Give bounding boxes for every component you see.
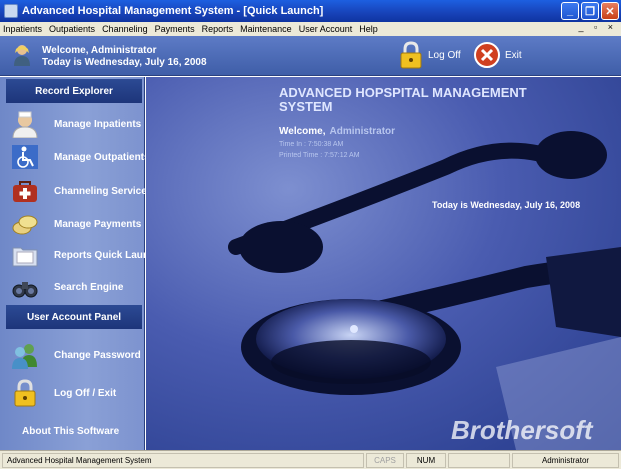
binoculars-icon xyxy=(12,282,38,298)
sidebar-item-manage-inpatients[interactable]: Manage Inpatients xyxy=(10,109,142,139)
nurse-icon xyxy=(12,111,38,138)
status-user: Administrator xyxy=(512,453,619,468)
sidebar-item-label: Search Engine xyxy=(54,281,124,293)
status-blank xyxy=(448,453,510,468)
header-panel: Welcome, Administrator Today is Wednesda… xyxy=(0,36,621,76)
users-icon xyxy=(12,344,37,369)
header-welcome: Welcome, Administrator xyxy=(42,45,157,56)
wheelchair-icon xyxy=(12,145,38,169)
menu-user-account[interactable]: User Account xyxy=(299,24,353,34)
sidebar-item-manage-outpatients[interactable]: Manage Outpatients xyxy=(10,142,150,172)
status-bar: Advanced Hospital Management System CAPS… xyxy=(0,450,621,469)
header-date: Today is Wednesday, July 16, 2008 xyxy=(42,57,207,68)
sidebar-item-change-password[interactable]: Change Password xyxy=(10,340,141,370)
user-account-panel-header: User Account Panel xyxy=(6,305,142,329)
main-welcome-name: Administrator xyxy=(329,126,396,137)
printed-time: Printed Time : 7:57:12 AM xyxy=(279,152,360,159)
window-controls: _ ❐ ✕ xyxy=(561,2,619,20)
about-software-link[interactable]: About This Software xyxy=(22,426,119,437)
logoff-button[interactable]: Log Off xyxy=(398,40,461,70)
logoff-label: Log Off xyxy=(428,49,461,61)
quick-launch-main: ADVANCED HOPSPITAL MANAGEMENT SYSTEM Wel… xyxy=(146,77,621,450)
sidebar-item-log-off-exit[interactable]: Log Off / Exit xyxy=(10,378,140,408)
sidebar-item-label: Manage Inpatients xyxy=(54,118,142,130)
administrator-icon xyxy=(14,45,30,66)
menu-outpatients[interactable]: Outpatients xyxy=(49,24,95,34)
menu-payments[interactable]: Payments xyxy=(155,24,195,34)
sidebar-item-label: Log Off / Exit xyxy=(54,387,117,399)
status-app-name: Advanced Hospital Management System xyxy=(2,453,364,468)
restore-button[interactable]: ❐ xyxy=(581,2,599,20)
brothersoft-watermark: Brothersoft xyxy=(451,415,593,445)
sidebar-item-manage-payments[interactable]: Manage Payments xyxy=(10,209,142,239)
padlock-icon xyxy=(14,379,36,407)
window-title: Advanced Hospital Management System - [Q… xyxy=(22,5,324,17)
exit-button[interactable]: Exit xyxy=(473,40,522,70)
sidebar-item-label: Manage Outpatients xyxy=(54,151,150,163)
main-title: ADVANCED HOPSPITAL MANAGEMENT SYSTEM xyxy=(279,85,527,114)
sidebar-item-reports-quick-launch[interactable]: Reports Quick Launch xyxy=(10,240,161,270)
menu-reports[interactable]: Reports xyxy=(202,24,234,34)
sidebar-item-label: Reports Quick Launch xyxy=(54,249,161,261)
minimize-button[interactable]: _ xyxy=(561,2,579,20)
mdi-window-controls[interactable]: _ ▫ × xyxy=(579,22,617,32)
main-welcome-label: Welcome, xyxy=(279,126,326,137)
sidebar: Record Explorer Manage Inpatients Manage… xyxy=(0,77,161,450)
app-icon xyxy=(4,4,18,18)
title-bar[interactable]: Advanced Hospital Management System - [Q… xyxy=(0,0,621,22)
main-today-date: Today is Wednesday, July 16, 2008 xyxy=(432,200,581,210)
exit-icon xyxy=(474,42,500,68)
menu-bar: Inpatients Outpatients Channeling Paymen… xyxy=(0,22,621,36)
menu-maintenance[interactable]: Maintenance xyxy=(240,24,292,34)
sidebar-item-label: Manage Payments xyxy=(54,218,142,230)
folder-icon xyxy=(12,247,38,267)
sidebar-item-label: Change Password xyxy=(54,349,141,361)
sidebar-item-label: Channeling Services xyxy=(54,185,153,197)
status-caps: CAPS xyxy=(366,453,404,468)
padlock-icon xyxy=(400,41,422,69)
menu-inpatients[interactable]: Inpatients xyxy=(3,24,42,34)
record-explorer-header: Record Explorer xyxy=(6,79,142,103)
menu-help[interactable]: Help xyxy=(359,24,378,34)
coins-icon xyxy=(12,215,38,235)
sidebar-item-channeling-services[interactable]: Channeling Services xyxy=(10,176,152,206)
close-button[interactable]: ✕ xyxy=(601,2,619,20)
exit-label: Exit xyxy=(505,49,522,61)
status-num: NUM xyxy=(406,453,446,468)
main-welcome: Welcome, Administrator xyxy=(279,126,395,137)
sidebar-item-search-engine[interactable]: Search Engine xyxy=(10,272,140,302)
menu-channeling[interactable]: Channeling xyxy=(102,24,148,34)
time-in: Time In : 7:50:38 AM xyxy=(279,141,344,148)
doctor-bag-icon xyxy=(13,181,37,202)
